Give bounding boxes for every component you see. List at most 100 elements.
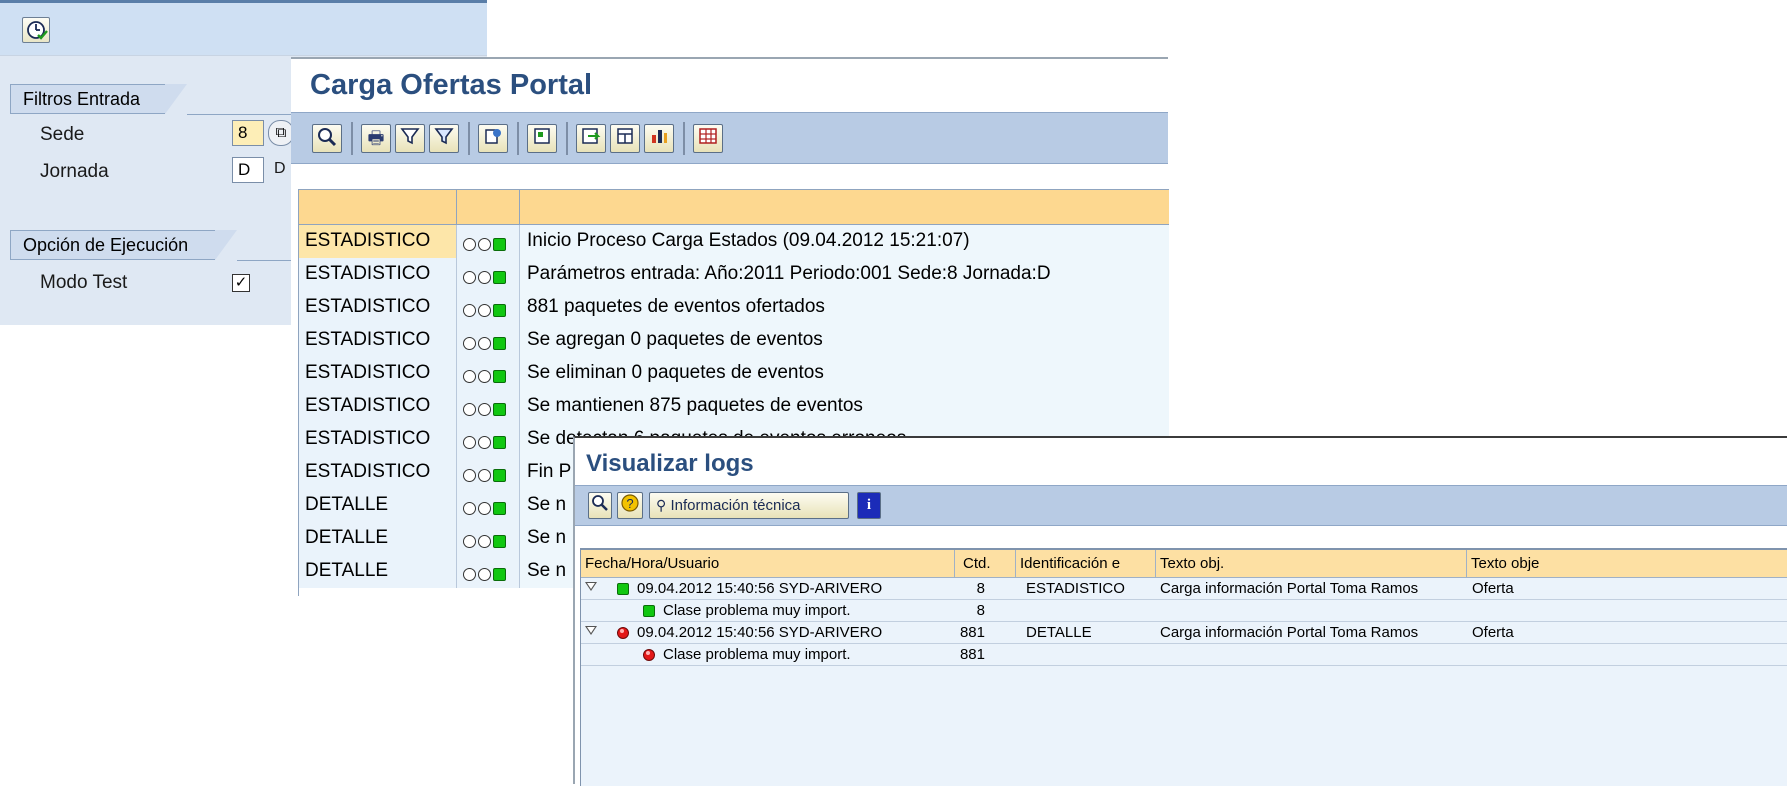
row-type: ESTADISTICO xyxy=(299,423,457,456)
spreadsheet-icon[interactable] xyxy=(527,124,557,153)
row-type: ESTADISTICO xyxy=(299,456,457,489)
traffic-light-icon xyxy=(457,489,520,522)
toolbar-separator xyxy=(351,122,353,155)
row-message: Parámetros entrada: Año:2011 Periodo:001… xyxy=(520,258,1169,291)
log-text: 09.04.2012 15:40:56 SYD-ARIVERO xyxy=(637,624,883,641)
details-icon[interactable] xyxy=(588,492,612,519)
sort-filter-icon[interactable] xyxy=(429,124,459,153)
toolbar-separator xyxy=(683,122,685,155)
layout-icon[interactable] xyxy=(610,124,640,153)
table-row[interactable]: ESTADISTICO Se mantienen 875 paquetes de … xyxy=(299,390,1169,423)
traffic-light-icon xyxy=(457,522,520,555)
technical-info-button[interactable]: ⚲ Información técnica xyxy=(649,492,849,519)
print-icon[interactable]: 🖶 xyxy=(361,124,391,153)
column-header-status[interactable] xyxy=(457,189,520,225)
sede-input[interactable]: 8 xyxy=(232,120,264,146)
row-type: ESTADISTICO xyxy=(299,291,457,324)
log-row[interactable]: 09.04.2012 15:40:56 SYD-ARIVERO 881 DETALL… xyxy=(581,622,1787,644)
toolbar-separator xyxy=(468,122,470,155)
log-cell-texto-obj xyxy=(1160,644,1467,666)
help-icon[interactable]: ? xyxy=(617,492,643,519)
log-grid: Fecha/Hora/Usuario Ctd. Identificación e… xyxy=(580,548,1787,786)
row-type: ESTADISTICO xyxy=(299,225,457,258)
traffic-light-icon xyxy=(457,555,520,588)
modo-test-checkbox[interactable]: ✓ xyxy=(232,274,250,292)
traffic-light-icon xyxy=(457,390,520,423)
table-row[interactable]: ESTADISTICO Se eliminan 0 paquetes de eve… xyxy=(299,357,1169,390)
expand-toggle-icon[interactable] xyxy=(585,626,597,635)
grid-icon[interactable] xyxy=(693,124,723,153)
column-header-identificacion[interactable]: Identificación e xyxy=(1016,550,1156,578)
traffic-light-icon xyxy=(457,357,520,390)
table-row[interactable]: ESTADISTICO Parámetros entrada: Año:2011 … xyxy=(299,258,1169,291)
log-cell-ctd: 8 xyxy=(976,602,985,619)
column-header-type[interactable] xyxy=(299,189,457,225)
log-cell-identificacion xyxy=(1026,600,1156,622)
column-header-texto-obj[interactable]: Texto obj. xyxy=(1156,550,1467,578)
log-cell-identificacion: DETALLE xyxy=(1026,624,1092,641)
row-type: ESTADISTICO xyxy=(299,390,457,423)
row-type: ESTADISTICO xyxy=(299,258,457,291)
log-cell-ctd: 8 xyxy=(976,580,985,597)
log-text: Clase problema muy import. xyxy=(663,602,851,619)
svg-text:?: ? xyxy=(626,496,633,511)
technical-info-label: Información técnica xyxy=(670,497,801,514)
chart-icon[interactable] xyxy=(644,124,674,153)
log-cell-texto-obj xyxy=(1160,600,1467,622)
log-row[interactable]: Clase problema muy import. 881 xyxy=(581,644,1787,666)
empty-area xyxy=(581,666,1787,786)
log-cell-texto-obje xyxy=(1472,644,1787,666)
table-row[interactable]: ESTADISTICO Inicio Proceso Carga Estados … xyxy=(299,225,1169,258)
row-type: ESTADISTICO xyxy=(299,324,457,357)
column-header-fecha[interactable]: Fecha/Hora/Usuario xyxy=(581,550,955,578)
error-status-icon xyxy=(643,649,655,661)
glasses-icon: ⚲ xyxy=(656,497,667,513)
row-message: Inicio Proceso Carga Estados (09.04.2012… xyxy=(520,225,1169,258)
info-icon[interactable]: i xyxy=(857,492,881,519)
column-header-ctd[interactable]: Ctd. xyxy=(955,550,1016,578)
local-file-icon[interactable] xyxy=(576,124,606,153)
execute-clock-icon[interactable] xyxy=(22,17,50,43)
jornada-label: Jornada xyxy=(40,161,109,182)
log-cell-texto-obje: Oferta xyxy=(1472,580,1514,597)
log-row[interactable]: Clase problema muy import. 8 xyxy=(581,600,1787,622)
log-cell-fecha: 09.04.2012 15:40:56 SYD-ARIVERO xyxy=(581,578,955,600)
log-cell-texto-obje: Oferta xyxy=(1472,624,1514,641)
expand-toggle-icon[interactable] xyxy=(585,582,597,591)
toolbar-separator xyxy=(517,122,519,155)
log-text: 09.04.2012 15:40:56 SYD-ARIVERO xyxy=(637,580,883,597)
jornada-description: D xyxy=(274,160,286,177)
row-type: DETALLE xyxy=(299,555,457,588)
log-window: Visualizar logs ? ⚲ Información técnica … xyxy=(573,436,1787,786)
details-icon[interactable] xyxy=(312,124,342,153)
row-message: Se eliminan 0 paquetes de eventos xyxy=(520,357,1169,390)
log-row[interactable]: 09.04.2012 15:40:56 SYD-ARIVERO 8 ESTADIST… xyxy=(581,578,1787,600)
traffic-light-icon xyxy=(457,456,520,489)
table-row[interactable]: ESTADISTICO Se agregan 0 paquetes de even… xyxy=(299,324,1169,357)
log-cell-texto-obj: Carga información Portal Toma Ramos xyxy=(1160,580,1419,597)
log-cell-identificacion: ESTADISTICO xyxy=(1026,580,1125,597)
log-title: Visualizar logs xyxy=(586,450,754,477)
column-header-texto-obje[interactable]: Texto obje xyxy=(1467,550,1787,578)
modo-test-label: Modo Test xyxy=(40,272,128,293)
selection-toolbar xyxy=(0,0,487,55)
traffic-light-icon xyxy=(457,258,520,291)
column-header-text[interactable] xyxy=(520,189,1169,225)
log-cell-fecha: Clase problema muy import. xyxy=(581,600,955,622)
traffic-light-icon xyxy=(457,225,520,258)
table-row[interactable]: ESTADISTICO 881 paquetes de eventos ofert… xyxy=(299,291,1169,324)
traffic-light-icon xyxy=(457,291,520,324)
row-type: DETALLE xyxy=(299,522,457,555)
row-type: ESTADISTICO xyxy=(299,357,457,390)
export-icon[interactable] xyxy=(478,124,508,153)
traffic-light-icon xyxy=(457,324,520,357)
error-status-icon xyxy=(617,627,629,639)
filter-icon[interactable] xyxy=(395,124,425,153)
log-toolbar: ? ⚲ Información técnica i xyxy=(575,485,1787,526)
sede-label: Sede xyxy=(40,124,85,145)
success-status-icon xyxy=(643,605,655,617)
success-status-icon xyxy=(617,583,629,595)
jornada-input[interactable]: D xyxy=(232,157,264,183)
log-cell-fecha: Clase problema muy import. xyxy=(581,644,955,666)
traffic-light-icon xyxy=(457,423,520,456)
